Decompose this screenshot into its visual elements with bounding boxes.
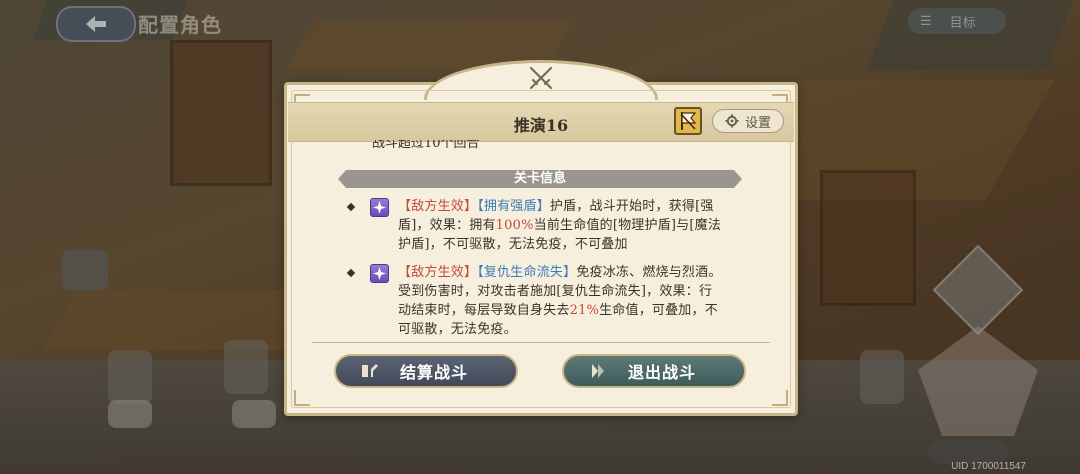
sparkle-icon (370, 198, 389, 217)
entry-segment: 【敌方生效】 (398, 199, 478, 214)
scrolled-text: 战斗超过10个回合 (372, 140, 480, 151)
exit-label: 退出战斗 (628, 363, 697, 382)
target-label: 目标 (949, 15, 976, 31)
entry-segment: 100% (495, 218, 534, 233)
stage-info-scroll[interactable]: 战斗超过10个回合 关卡信息 【敌方生效】【拥有强盾】护盾，战斗开始时，获得[强… (298, 140, 784, 336)
play-arrow-icon (592, 364, 604, 378)
entry-segment: 21% (569, 303, 600, 318)
bullet-icon (346, 268, 356, 278)
gear-icon (725, 114, 739, 128)
section-header: 关卡信息 (338, 170, 742, 188)
divider (312, 342, 770, 343)
list-icon: ☰ (920, 13, 932, 29)
settle-battle-button[interactable]: 结算战斗 (334, 354, 518, 388)
settings-button[interactable]: 设置 (712, 109, 784, 133)
settle-label: 结算战斗 (400, 363, 469, 382)
entry-text: 【敌方生效】【拥有强盾】护盾，战斗开始时，获得[强盾]，效果：拥有100%当前生… (398, 197, 724, 254)
surrender-flag-button[interactable] (674, 107, 702, 135)
list-item: 【敌方生效】【拥有强盾】护盾，战斗开始时，获得[强盾]，效果：拥有100%当前生… (346, 197, 728, 258)
formation-icon[interactable] (62, 250, 108, 290)
crossed-swords-icon (529, 66, 553, 90)
dialog-title-bar: 推演16 设置 (288, 102, 794, 142)
page-title: 配置角色 (138, 13, 222, 37)
back-arrow-icon (86, 16, 106, 32)
uid-label: UID 1700011547 (951, 461, 1026, 472)
sparkle-icon (370, 264, 389, 283)
simulation-dialog: 推演16 设置 战斗超过10个回合 关卡信息 【敌方生效】【拥有强盾】护盾，战斗… (284, 60, 798, 416)
section-title: 关卡信息 (513, 171, 566, 186)
back-button[interactable] (56, 6, 136, 42)
exit-battle-button[interactable]: 退出战斗 (562, 354, 746, 388)
entry-segment: 【拥有强盾】 (477, 199, 550, 214)
bullet-icon (346, 202, 356, 212)
entry-segment: 【复仇生命流失】 (477, 265, 577, 280)
settings-label: 设置 (744, 115, 771, 131)
entry-segment: 【敌方生效】 (398, 265, 478, 280)
settle-icon (362, 364, 378, 377)
entry-text: 【敌方生效】【复仇生命流失】免疫冰冻、燃烧与烈酒。受到伤害时，对攻击者施加[复仇… (398, 263, 724, 336)
corner-ornament (772, 390, 788, 406)
list-item: 【敌方生效】【复仇生命流失】免疫冰冻、燃烧与烈酒。受到伤害时，对攻击者施加[复仇… (346, 263, 728, 336)
target-button[interactable]: ☰ 目标 (908, 8, 1006, 34)
flag-icon (680, 112, 697, 130)
corner-ornament (294, 390, 310, 406)
